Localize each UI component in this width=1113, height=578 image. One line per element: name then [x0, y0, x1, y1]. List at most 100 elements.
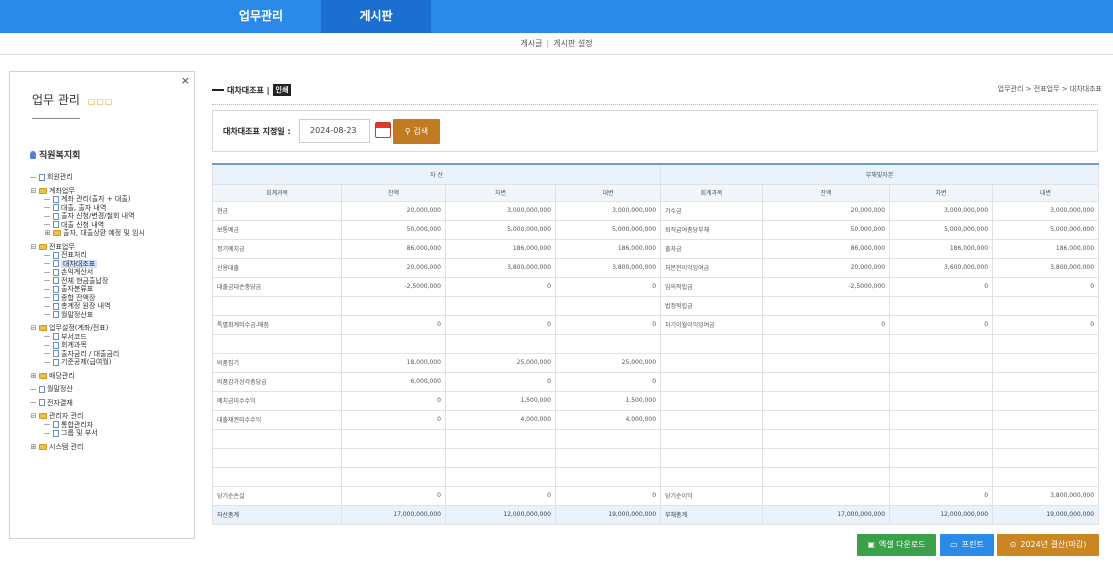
amount-cell: 186,000,000 — [889, 238, 994, 259]
amount-cell: -2,5000,000 — [341, 276, 446, 297]
table-row: 비품집기 18,000,000 25,000,000 25,000,000 — [212, 352, 1100, 373]
amount-cell — [992, 295, 1100, 316]
print-button[interactable]: ▭ 프린트 — [940, 534, 994, 556]
amount-cell — [341, 466, 446, 487]
tree-item-label: 대출, 출자 내역 — [61, 203, 107, 212]
account-cell: 퇴직급여충당부채 — [660, 219, 764, 240]
amount-cell: 3,000,000,000 — [554, 200, 662, 221]
top-nav: 업무관리 게시판 — [0, 0, 1113, 33]
account-cell: 특별회계미수금-매점 — [212, 314, 342, 335]
calendar-icon[interactable] — [375, 122, 391, 138]
tree-item[interactable]: 전체 현금출납장 — [30, 277, 145, 286]
amount-cell: 5,000,000,000 — [889, 219, 994, 240]
account-cell: 당기순이익 — [660, 485, 764, 506]
account-cell: 정기예치금 — [212, 238, 342, 259]
tree-item[interactable]: 대출 신청 내역 — [30, 221, 145, 230]
tree-connector — [44, 215, 50, 217]
table-row: 대출채권미수수익 0 4,000,000 4,000,000 — [212, 409, 1100, 430]
tree-item[interactable]: 월말정산표 — [30, 311, 145, 320]
tree-item[interactable]: ⊟ 전표업무 — [30, 243, 145, 252]
tree-item[interactable]: 출자금리 / 대출금리 — [30, 350, 145, 359]
tree-item-label: 종합 잔액장 — [61, 293, 96, 302]
amount-cell: 86,000,000 — [762, 238, 891, 259]
tree-item[interactable]: 출자분류표 — [30, 285, 145, 294]
collapse-icon[interactable]: ⊟ — [30, 324, 37, 333]
excel-download-button[interactable]: ▣ 엑셀 다운로드 — [857, 534, 936, 556]
collapse-icon[interactable]: ⊟ — [30, 187, 37, 196]
tree-item[interactable]: 종합 잔액장 — [30, 294, 145, 303]
expand-icon[interactable]: ⊞ — [30, 372, 37, 381]
amount-cell — [341, 295, 446, 316]
search-button[interactable]: ⚲ 검색 — [393, 119, 440, 144]
tree-item[interactable]: 회계과목 — [30, 341, 145, 350]
folder-icon — [39, 413, 47, 420]
document-icon — [53, 311, 59, 319]
amount-cell: -2,5000,000 — [762, 276, 891, 297]
tree-item[interactable]: ⊟ 계좌업무 — [30, 187, 145, 196]
window-icons[interactable]: ▢▢▢ — [88, 97, 114, 106]
tree-item[interactable]: 출자 신청/변경/철회 내역 — [30, 212, 145, 221]
amount-cell — [762, 295, 891, 316]
tree-item[interactable]: 부서코드 — [30, 333, 145, 342]
tree-item[interactable]: 회원관리 — [30, 173, 145, 182]
amount-cell — [341, 428, 446, 449]
tree-item[interactable]: 전표처리 — [30, 251, 145, 260]
amount-cell — [992, 447, 1100, 468]
tree-connector — [44, 280, 50, 282]
tree-item[interactable]: ⊞ 배당관리 — [30, 372, 145, 381]
tree-connector — [44, 344, 50, 346]
tree-item[interactable]: 총계정 원장 내역 — [30, 302, 145, 311]
amount-cell — [992, 352, 1100, 373]
amount-cell: 17,000,000,000 — [762, 504, 891, 525]
amount-cell: 20,000,000 — [762, 257, 891, 278]
document-icon — [53, 260, 59, 268]
amount-cell: 3,800,000,000 — [445, 257, 556, 278]
collapse-icon[interactable]: ⊟ — [30, 412, 37, 421]
expand-icon[interactable]: ⊞ — [44, 229, 51, 238]
amount-cell — [992, 466, 1100, 487]
tree-connector — [44, 305, 50, 307]
date-input[interactable]: 2024-08-23 — [299, 119, 370, 143]
tree-item-label: 월말정산 — [47, 385, 73, 393]
document-icon — [39, 173, 45, 181]
title-separator: | — [266, 85, 270, 95]
amount-cell — [554, 428, 662, 449]
tree-item[interactable]: 그룹 및 부서 — [30, 429, 145, 438]
sidebar-tree: 직원복지회 회원관리 ⊟ 계좌업무 계좌 관리(출자 + 대출) 대출, 출자 내역 출자… — [30, 148, 145, 451]
tree-item[interactable]: 전자결재 — [30, 399, 145, 408]
column-header: 대변 — [992, 183, 1100, 202]
amount-cell: 0 — [341, 485, 446, 506]
print-badge-button[interactable]: 인쇄 — [272, 84, 292, 96]
table-row: 비품감가상각충당금 6,000,000 0 0 — [212, 371, 1100, 392]
close-icon[interactable]: × — [181, 74, 190, 87]
tree-item[interactable]: 대차대조표 — [30, 259, 145, 268]
tree-item[interactable]: 대출, 출자 내역 — [30, 204, 145, 213]
tab-work-management[interactable]: 업무관리 — [221, 0, 301, 33]
account-cell: 예치금미수수익 — [212, 390, 342, 411]
amount-cell: 18,000,000 — [341, 352, 446, 373]
expand-icon[interactable]: ⊞ — [30, 443, 37, 452]
tree-item-label: 전체 현금출납장 — [61, 276, 109, 285]
year-settlement-button[interactable]: ⊙ 2024년 결산(마감) — [997, 534, 1099, 556]
tree-item[interactable]: ⊞ 출자, 대출상환 예정 및 임시 — [30, 229, 145, 238]
tree-item[interactable]: ⊟ 업무설정(계좌/전표) — [30, 324, 145, 333]
table-row — [212, 333, 1100, 354]
tree-item[interactable]: ⊟ 관리자 관리 — [30, 412, 145, 421]
subnav-board-settings-link[interactable]: 게시판 설정 — [553, 39, 592, 48]
amount-cell — [889, 371, 994, 392]
account-cell: 현금 — [212, 200, 342, 221]
amount-cell: 19,000,000,000 — [554, 504, 662, 525]
account-cell: 차기이월이익잉여금 — [660, 314, 764, 335]
subnav-posts-link[interactable]: 게시글 — [520, 39, 542, 48]
tree-item[interactable]: 기준공제(급여월) — [30, 358, 145, 367]
tree-item[interactable]: 계좌 관리(출자 + 대출) — [30, 195, 145, 204]
tree-item[interactable]: 손익계산서 — [30, 268, 145, 277]
amount-cell — [889, 466, 994, 487]
tree-item[interactable]: ⊞ 시스템 관리 — [30, 443, 145, 452]
tree-item[interactable]: 통합관리자 — [30, 421, 145, 430]
tab-board[interactable]: 게시판 — [321, 0, 431, 33]
tree-item[interactable]: 월말정산 — [30, 385, 145, 394]
tree-root[interactable]: 직원복지회 — [30, 148, 145, 161]
collapse-icon[interactable]: ⊟ — [30, 243, 37, 252]
tree-item-label: 기준공제(급여월) — [61, 358, 112, 366]
